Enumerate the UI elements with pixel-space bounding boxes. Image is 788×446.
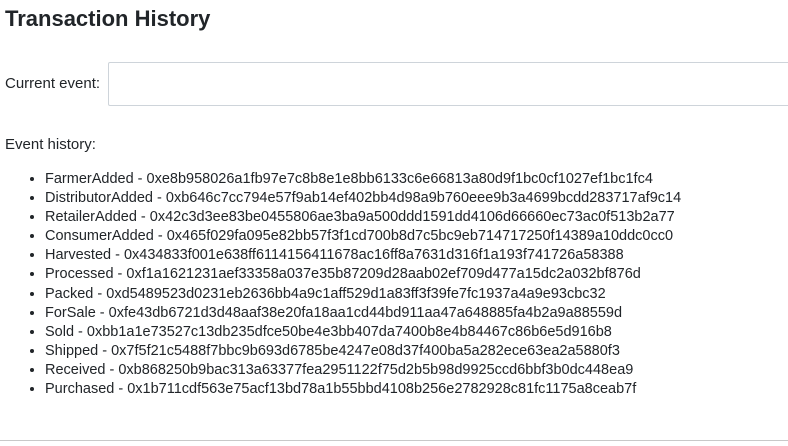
event-history-item: Harvested - 0x434833f001e638ff6114156411… xyxy=(45,246,681,265)
current-event-label: Current event: xyxy=(5,75,101,92)
divider xyxy=(0,440,788,441)
event-history-item: Sold - 0xbb1a1e73527c13db235dfce50be4e3b… xyxy=(45,323,681,342)
transaction-history-page: Transaction History Current event: Event… xyxy=(0,0,788,446)
event-history-item: ForSale - 0xfe43db6721d3d48aaf38e20fa18a… xyxy=(45,304,681,323)
event-history-item: Received - 0xb868250b9bac313a63377fea295… xyxy=(45,361,681,380)
current-event-row: Current event: xyxy=(5,62,100,106)
event-history-label: Event history: xyxy=(5,136,96,153)
event-history-item: RetailerAdded - 0x42c3d3ee83be0455806ae3… xyxy=(45,208,681,227)
current-event-input[interactable] xyxy=(108,62,788,106)
event-history-item: Processed - 0xf1a1621231aef33358a037e35b… xyxy=(45,265,681,284)
event-history-item: Purchased - 0x1b711cdf563e75acf13bd78a1b… xyxy=(45,380,681,399)
event-history-item: ConsumerAdded - 0x465f029fa095e82bb57f3f… xyxy=(45,227,681,246)
event-history-item: Packed - 0xd5489523d0231eb2636bb4a9c1aff… xyxy=(45,285,681,304)
page-title: Transaction History xyxy=(5,6,211,31)
event-history-list: FarmerAdded - 0xe8b958026a1fb97e7c8b8e1e… xyxy=(0,170,681,399)
event-history-item: Shipped - 0x7f5f21c5488f7bbc9b693d6785be… xyxy=(45,342,681,361)
event-history-item: FarmerAdded - 0xe8b958026a1fb97e7c8b8e1e… xyxy=(45,170,681,189)
event-history-item: DistributorAdded - 0xb646c7cc794e57f9ab1… xyxy=(45,189,681,208)
